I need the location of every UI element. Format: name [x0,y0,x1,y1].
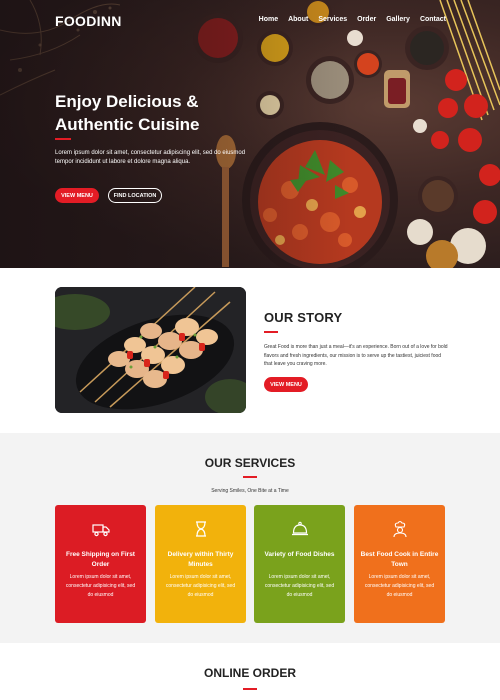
service-card-text: Lorem ipsum dolor sit amet, consectetur … [264,574,335,598]
find-location-button[interactable]: FIND LOCATION [108,188,162,203]
cloche-icon [292,521,308,536]
hero-section: FOODINN Home About Services Order Galler… [0,0,500,268]
service-card-title: Variety of Food Dishes [264,551,335,558]
brand-logo[interactable]: FOODINN [55,13,122,29]
hourglass-icon [196,521,206,537]
service-card-variety[interactable]: Variety of Food Dishes Lorem ipsum dolor… [254,505,345,623]
skewers-image [55,287,246,413]
order-title: ONLINE ORDER [203,666,296,680]
service-card-shipping[interactable]: Free Shipping on First Order Lorem ipsum… [55,505,146,623]
hero-divider [55,138,71,140]
chef-icon [393,520,407,538]
service-card-title: Free Shipping on First Order [66,551,135,568]
services-title: OUR SERVICES [204,456,296,470]
hero-text: Lorem ipsum dolor sit amet, consectetur … [55,150,246,165]
story-text: Great Food is more than just a meal—it's… [264,344,448,367]
service-card-delivery[interactable]: Delivery within Thirty Minutes Lorem ips… [155,505,246,623]
truck-icon [92,524,110,537]
order-divider [243,688,257,690]
nav-home[interactable]: Home [259,16,278,23]
story-view-menu-button[interactable]: VIEW MENU [264,377,308,392]
service-card-title: Best Food Cook in Entire Town [360,551,439,568]
service-card-cook[interactable]: Best Food Cook in Entire Town Lorem ipsu… [354,505,445,623]
nav-contact[interactable]: Contact [420,16,446,23]
service-card-text: Lorem ipsum dolor sit amet, consectetur … [165,574,236,598]
nav-gallery[interactable]: Gallery [386,16,410,23]
story-title: OUR STORY [264,310,343,325]
view-menu-button[interactable]: VIEW MENU [55,188,99,203]
service-card-text: Lorem ipsum dolor sit amet, consectetur … [364,574,435,598]
nav-services[interactable]: Services [318,16,347,23]
service-card-title: Delivery within Thirty Minutes [167,551,234,568]
hero-title: Enjoy Delicious & Authentic Cuisine [55,92,200,134]
services-subtitle: Serving Smiles, One Bite at a Time [211,488,289,494]
nav-about[interactable]: About [288,16,308,23]
story-divider [264,331,278,333]
main-nav: Home About Services Order Gallery Contac… [259,16,446,23]
services-divider [243,476,257,478]
nav-order[interactable]: Order [357,16,376,23]
service-card-text: Lorem ipsum dolor sit amet, consectetur … [65,574,136,598]
